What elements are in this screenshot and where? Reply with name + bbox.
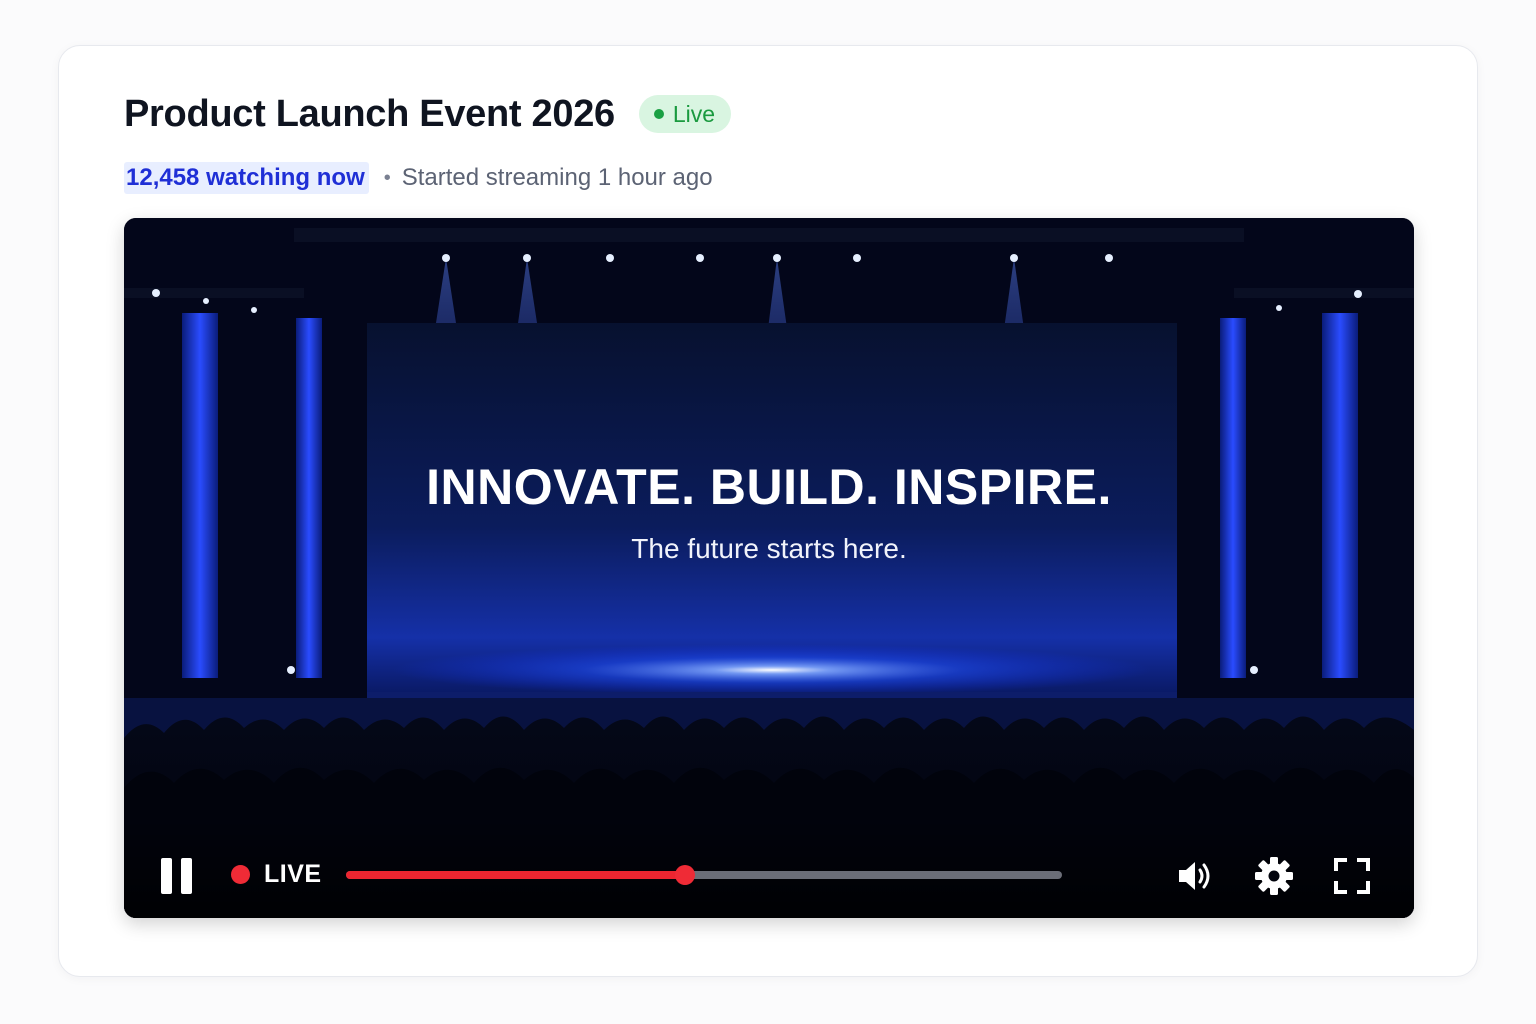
settings-gear-icon: [1255, 857, 1293, 895]
pause-button[interactable]: [159, 858, 195, 894]
meta-separator: •: [383, 166, 391, 189]
volume-button[interactable]: [1176, 856, 1216, 896]
stream-card: Product Launch Event 2026 Live 12,458 wa…: [58, 45, 1478, 977]
live-record-dot-icon: [231, 865, 250, 884]
viewer-count: 12,458 watching now: [124, 162, 369, 194]
title-row: Product Launch Event 2026 Live: [124, 90, 732, 138]
player-controls: LIVE: [124, 834, 1414, 918]
live-indicator-label: LIVE: [264, 860, 322, 888]
video-tagline: The future starts here.: [631, 533, 907, 564]
live-status-label: Live: [672, 100, 716, 127]
fullscreen-button[interactable]: [1332, 856, 1372, 896]
settings-button[interactable]: [1254, 856, 1294, 896]
volume-icon: [1179, 862, 1210, 890]
page-title: Product Launch Event 2026: [124, 93, 615, 135]
pause-icon: [161, 858, 172, 894]
fullscreen-icon: [1334, 858, 1370, 894]
video-player[interactable]: INNOVATE. BUILD. INSPIRE. The future sta…: [124, 218, 1414, 918]
progress-fill: [346, 871, 685, 879]
live-dot-icon: [653, 109, 664, 119]
stream-start-time: Started streaming 1 hour ago: [401, 164, 713, 191]
video-frame: [124, 218, 1414, 918]
progress-scrubber-handle[interactable]: [674, 865, 695, 885]
live-status-badge: Live: [638, 95, 732, 133]
stream-meta: 12,458 watching now • Started streaming …: [124, 162, 713, 194]
progress-bar[interactable]: [346, 865, 1062, 885]
live-indicator[interactable]: LIVE: [231, 860, 322, 889]
video-headline: INNOVATE. BUILD. INSPIRE.: [426, 459, 1112, 515]
